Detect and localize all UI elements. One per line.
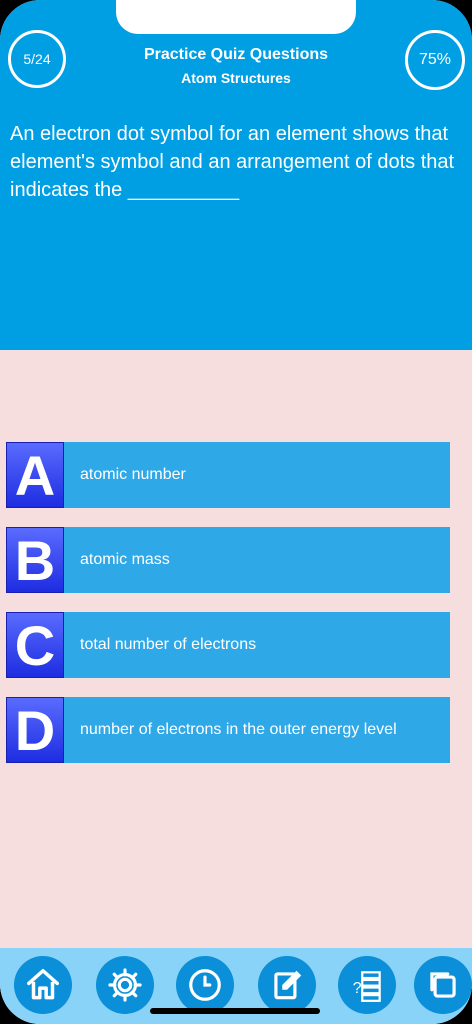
option-letter-c: C bbox=[6, 612, 64, 678]
option-letter-b: B bbox=[6, 527, 64, 593]
gear-icon bbox=[108, 968, 142, 1002]
answers-list-icon: ? bbox=[353, 971, 381, 1002]
clock-icon bbox=[189, 969, 221, 1001]
home-button[interactable] bbox=[14, 956, 72, 1014]
option-d-button[interactable]: D number of electrons in the outer energ… bbox=[6, 697, 450, 763]
home-indicator[interactable] bbox=[150, 1008, 320, 1014]
score-indicator: 75% bbox=[405, 30, 465, 90]
answers-button[interactable]: ? bbox=[338, 956, 396, 1014]
timer-button[interactable] bbox=[176, 956, 234, 1014]
edit-icon bbox=[274, 970, 302, 1000]
option-a-text: atomic number bbox=[80, 466, 186, 483]
page-subtitle: Atom Structures bbox=[181, 70, 291, 86]
svg-text:?: ? bbox=[353, 980, 362, 997]
score-text: 75% bbox=[418, 51, 452, 68]
option-b-text: atomic mass bbox=[80, 551, 170, 568]
quiz-screen: 5/24 Practice Quiz Questions Atom Struct… bbox=[0, 0, 472, 1024]
option-d-text: number of electrons in the outer energy … bbox=[80, 721, 397, 738]
device-notch bbox=[116, 0, 356, 34]
option-a-button[interactable]: A atomic number bbox=[6, 442, 450, 508]
option-c-text: total number of electrons bbox=[80, 636, 257, 653]
copy-button[interactable] bbox=[414, 956, 472, 1014]
page-title: Practice Quiz Questions bbox=[143, 46, 329, 63]
question-text: An electron dot symbol for an element sh… bbox=[10, 123, 455, 201]
copy-icon bbox=[430, 972, 456, 998]
option-b-button[interactable]: B atomic mass bbox=[6, 527, 450, 593]
notes-button[interactable] bbox=[258, 956, 316, 1014]
option-letter-d: D bbox=[6, 697, 64, 763]
settings-button[interactable] bbox=[96, 956, 154, 1014]
option-letter-a: A bbox=[6, 442, 64, 508]
option-c-button[interactable]: C total number of electrons bbox=[6, 612, 450, 678]
home-icon bbox=[27, 969, 59, 1000]
question-header: 5/24 Practice Quiz Questions Atom Struct… bbox=[0, 0, 472, 350]
